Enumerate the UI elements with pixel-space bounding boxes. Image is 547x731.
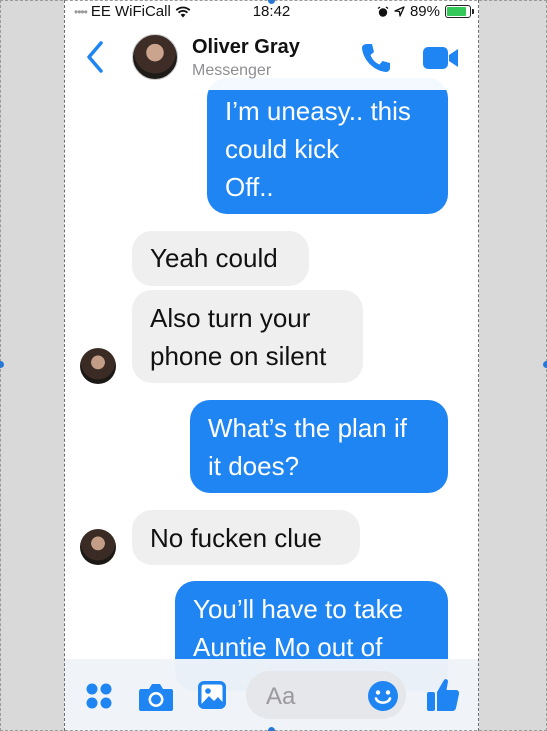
camera-icon[interactable] [138,682,174,712]
sender-avatar[interactable] [80,529,116,565]
alarm-icon [377,5,389,17]
resize-handle[interactable] [268,727,275,731]
contact-avatar[interactable] [132,34,178,80]
apps-grid-icon[interactable] [84,681,114,711]
composer-bar: Aa [64,659,479,731]
video-camera-icon[interactable] [422,45,460,71]
message-incoming[interactable]: Also turn your phone on silent [132,290,363,383]
emoji-icon[interactable] [367,680,399,712]
message-list: I’m uneasy.. this could kick Off.. Yeah … [64,0,479,691]
battery-percent: 89% [409,3,440,20]
message-input-placeholder: Aa [266,683,296,710]
photo-icon[interactable] [197,680,227,710]
thumbs-up-icon[interactable] [426,677,460,713]
resize-handle[interactable] [0,361,4,368]
phone-screen: I’m uneasy.. this could kick Off.. Yeah … [64,0,479,731]
back-chevron-icon[interactable] [86,40,104,74]
message-incoming[interactable]: Yeah could [132,231,309,286]
location-icon [394,6,405,17]
message-outgoing[interactable]: I’m uneasy.. this could kick Off.. [207,78,448,214]
message-incoming[interactable]: No fucken clue [132,510,360,565]
resize-handle[interactable] [543,361,547,368]
message-outgoing[interactable]: What’s the plan if it does? [190,400,448,493]
battery-icon [445,5,474,18]
contact-name[interactable]: Oliver Gray [192,36,300,59]
chat-header: Oliver Gray Messenger [64,24,479,90]
sender-avatar[interactable] [80,348,116,384]
contact-subtitle: Messenger [192,62,272,79]
phone-icon[interactable] [360,42,392,74]
